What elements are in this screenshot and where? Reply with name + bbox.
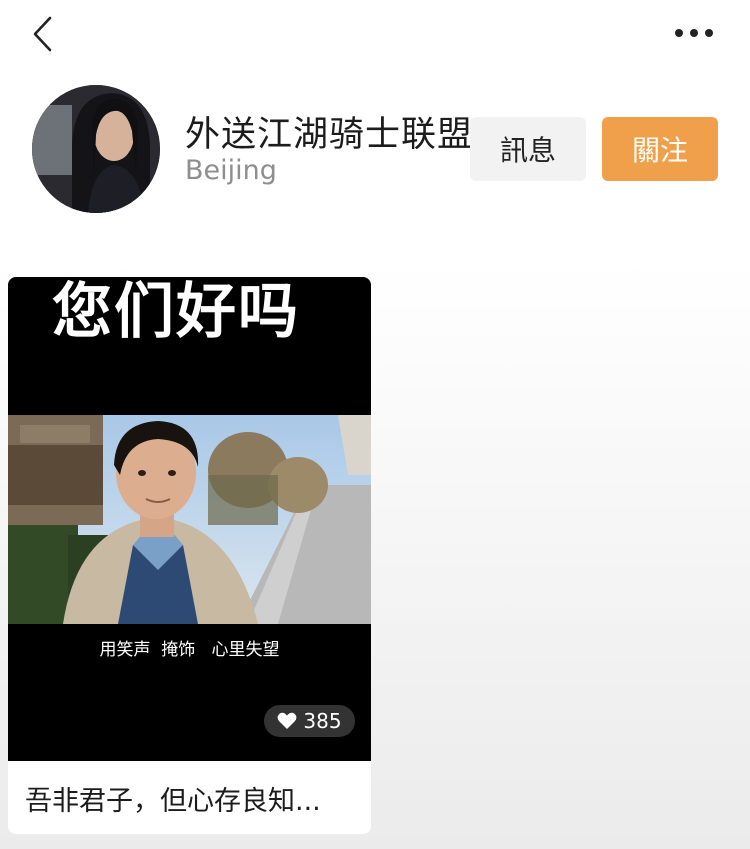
back-button[interactable] bbox=[26, 14, 62, 54]
more-horizontal-icon bbox=[675, 29, 713, 37]
more-options-button[interactable] bbox=[668, 18, 720, 48]
likes-count: 385 bbox=[303, 709, 342, 733]
profile-username: 外送江湖骑士联盟 bbox=[185, 115, 474, 155]
video-card[interactable]: 您们好吗 用笑声 掩饰 心里失望 385 吾非君子，但心存良知... bbox=[8, 277, 371, 834]
heart-icon bbox=[277, 712, 297, 729]
likes-badge: 385 bbox=[264, 705, 355, 737]
profile-location: Beijing bbox=[185, 155, 277, 186]
top-bar bbox=[0, 0, 750, 70]
follow-button[interactable]: 關注 bbox=[602, 117, 718, 181]
thumbnail-photo-image bbox=[8, 415, 371, 624]
video-thumbnail: 您们好吗 用笑声 掩饰 心里失望 385 bbox=[8, 277, 371, 761]
thumbnail-caption: 用笑声 掩饰 心里失望 bbox=[99, 640, 280, 660]
video-title: 吾非君子，但心存良知... bbox=[25, 786, 321, 817]
message-button[interactable]: 訊息 bbox=[470, 117, 586, 181]
thumbnail-overlay-title: 您们好吗 bbox=[52, 277, 300, 347]
avatar[interactable] bbox=[32, 85, 160, 213]
avatar-portrait-image bbox=[32, 85, 160, 213]
chevron-left-icon bbox=[33, 16, 52, 52]
